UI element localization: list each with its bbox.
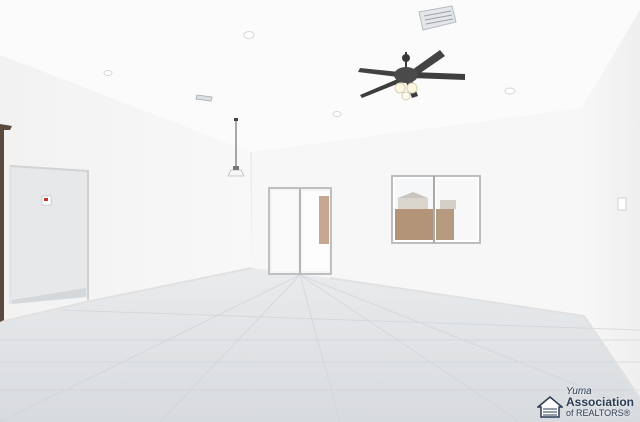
room-illustration bbox=[0, 0, 640, 422]
hallway-opening bbox=[9, 165, 89, 304]
sliding-glass-door bbox=[268, 187, 332, 275]
window bbox=[391, 175, 481, 244]
watermark-text: Yuma Association of REALTORS® bbox=[566, 386, 634, 419]
realtor-watermark: Yuma Association of REALTORS® bbox=[536, 386, 634, 419]
house-logo-icon bbox=[536, 396, 563, 418]
light-switch bbox=[617, 197, 627, 211]
watermark-line2: Association bbox=[565, 395, 634, 409]
room-photo: Yuma Association of REALTORS® bbox=[0, 0, 640, 422]
watermark-line3: of REALTORS® bbox=[565, 408, 631, 418]
